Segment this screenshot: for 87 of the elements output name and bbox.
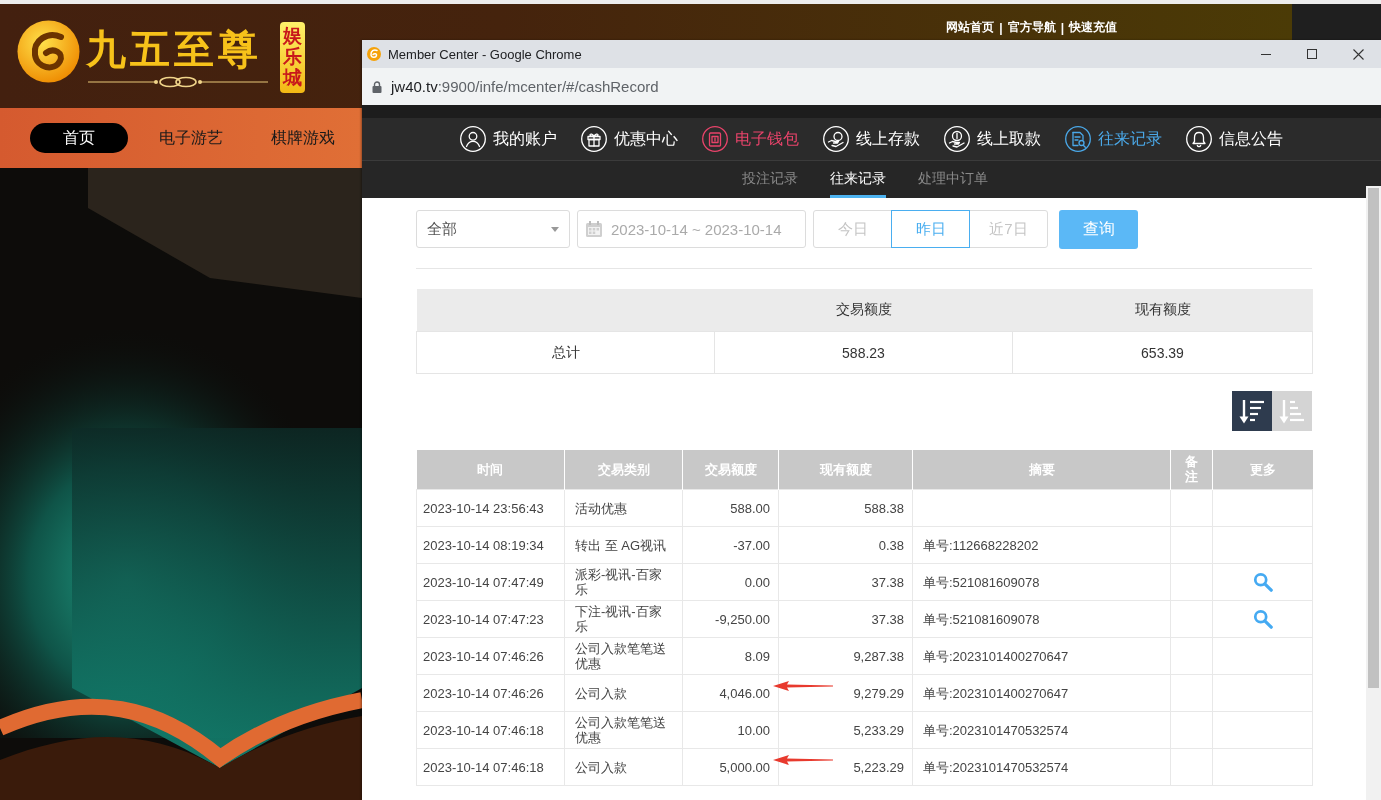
column-header: 交易额度 [714,289,1013,332]
coin-logo-icon [17,20,80,83]
type-select[interactable]: 全部 [416,210,570,248]
table-cell: 2023-10-14 08:19:34 [416,526,565,564]
bell-icon [1186,126,1212,152]
table-cell: 2023-10-14 07:46:18 [416,711,565,749]
member-nav-item[interactable]: 往来记录 [1065,126,1162,152]
table-cell: 公司入款 [564,748,683,786]
member-nav-item[interactable]: 线上取款 [944,126,1041,152]
table-cell: 公司入款笔笔送优惠 [564,637,683,675]
member-nav-item[interactable]: 信息公告 [1186,126,1283,152]
brand-tag: 娱乐城 [280,22,305,93]
nav-tab[interactable]: 棋牌游戏 [254,123,352,153]
address-url[interactable]: jw40.tv:9900/infe/mcenter/#/cashRecord [391,78,659,95]
member-nav-item[interactable]: 我的账户 [460,126,557,152]
lock-icon [372,80,382,93]
document-search-icon [1065,126,1091,152]
window-title: Member Center - Google Chrome [388,46,582,62]
table-cell: 单号:521081609078 [912,563,1171,601]
table-cell: 2023-10-14 07:46:26 [416,674,565,712]
table-cell: 单号:2023101470532574 [912,748,1171,786]
nav-tab[interactable]: 电子游艺 [142,123,240,153]
column-header: 现有额度 [1012,289,1313,332]
table-cell: 5,223.29 [778,748,913,786]
table-cell: 2023-10-14 07:47:23 [416,600,565,638]
link-separator: | [999,20,1003,35]
link-separator: | [1060,20,1064,35]
gift-icon [581,126,607,152]
table-cell: 588.38 [778,489,913,527]
table-cell: 单号:2023101470532574 [912,711,1171,749]
member-nav-item[interactable]: 线上存款 [823,126,920,152]
table-cell: 转出 至 AG视讯 [564,526,683,564]
sort-ascending-icon [1279,398,1305,424]
table-cell: 588.23 [714,331,1013,374]
table-cell: 活动优惠 [564,489,683,527]
table-cell: 37.38 [778,600,913,638]
close-icon [1352,48,1364,60]
table-cell: 公司入款笔笔送优惠 [564,711,683,749]
table-cell: 下注-视讯-百家乐 [564,600,683,638]
table-cell: 总计 [416,331,715,374]
amount-text: 588.00 [730,500,770,516]
amount-text: 5,000.00 [719,759,770,775]
search-icon[interactable] [1252,609,1273,629]
table-cell: 2023-10-14 07:46:26 [416,637,565,675]
table-cell: 5,233.29 [778,711,913,749]
table-cell: 2023-10-14 07:47:49 [416,563,565,601]
caret-icon [551,226,559,232]
table-cell: 2023-10-14 23:56:43 [416,489,565,527]
amount-text: 10.00 [737,722,770,738]
table-cell: 2023-10-14 07:46:18 [416,748,565,786]
amount-text: 0.00 [744,574,770,590]
amount-text: 8.09 [744,648,770,664]
table-cell: 派彩-视讯-百家乐 [564,563,683,601]
table-cell: 公司入款 [564,674,683,712]
member-nav-item[interactable]: 电子钱包 [702,126,799,152]
table-cell: 653.39 [1012,331,1313,374]
nav-tab[interactable]: 首页 [30,123,128,153]
sort-descending-button[interactable] [1232,391,1272,431]
table-cell: 单号:2023101400270647 [912,637,1171,675]
table-cell: 0.38 [778,526,913,564]
calendar-icon [586,221,602,237]
amount-text: -37.00 [733,537,770,553]
favicon-icon [367,47,381,61]
coin-hand-icon [944,126,970,152]
amount-text: -9,250.00 [715,611,770,627]
table-cell: 9,279.29 [778,674,913,712]
logo-title: 九五至尊 [86,26,262,72]
sub-tab[interactable]: 处理中订单 [917,161,988,198]
maximize-icon [1307,49,1317,59]
sort-descending-icon [1239,398,1265,424]
top-link[interactable]: 快速充值 [1069,19,1117,36]
table-cell: 9,287.38 [778,637,913,675]
table-cell: 37.38 [778,563,913,601]
table-cell: 单号:521081609078 [912,600,1171,638]
table-cell: 单号:2023101400270647 [912,674,1171,712]
person-icon [460,126,486,152]
table-cell: 单号:112668228202 [912,526,1171,564]
member-nav-item[interactable]: 优惠中心 [581,126,678,152]
wallet-icon [702,126,728,152]
search-icon[interactable] [1252,572,1273,592]
coin-hand-icon [823,126,849,152]
top-link[interactable]: 官方导航 [1007,19,1056,36]
top-link[interactable]: 网站首页 [946,19,995,36]
amount-text: 4,046.00 [719,685,770,701]
scrollbar-thumb[interactable] [1368,188,1379,688]
sub-tab[interactable]: 投注记录 [741,161,798,198]
minimize-icon [1261,53,1271,55]
